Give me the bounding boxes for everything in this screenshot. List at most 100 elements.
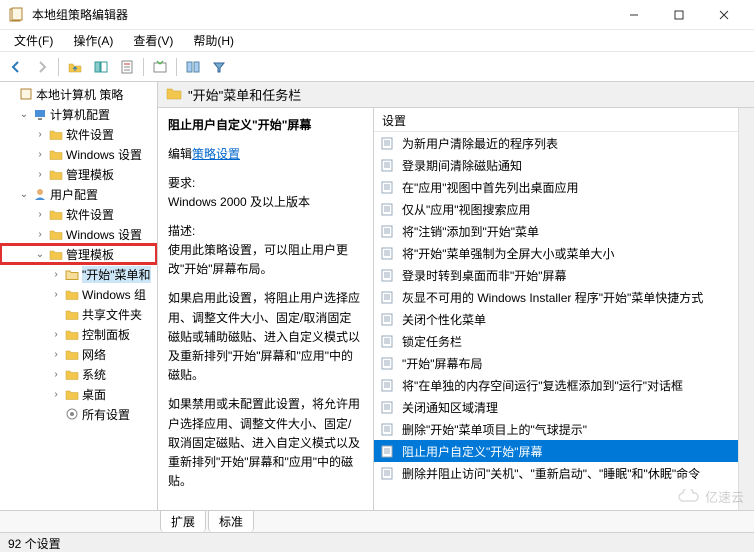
- setting-label: 阻止用户自定义"开始"屏幕: [402, 443, 543, 460]
- menu-help[interactable]: 帮助(H): [183, 30, 244, 51]
- description-paragraph: 使用此策略设置，可以阻止用户更改"开始"屏幕布局。: [168, 241, 363, 279]
- policy-item-icon: [380, 312, 396, 326]
- menu-view[interactable]: 查看(V): [123, 30, 183, 51]
- export-button[interactable]: [148, 55, 172, 79]
- setting-row[interactable]: 删除"开始"菜单项目上的"气球提示": [374, 418, 738, 440]
- vertical-scrollbar[interactable]: [738, 108, 754, 510]
- policy-settings-link[interactable]: 策略设置: [192, 147, 240, 161]
- setting-row[interactable]: 将"注销"添加到"开始"菜单: [374, 220, 738, 242]
- tree-windows-components[interactable]: › Windows 组: [0, 284, 157, 304]
- toolbar-separator: [58, 58, 59, 76]
- tree-uc-windows[interactable]: › Windows 设置: [0, 224, 157, 244]
- tree-network[interactable]: › 网络: [0, 344, 157, 364]
- tree-label: 计算机配置: [50, 106, 110, 123]
- setting-row[interactable]: 将"在单独的内存空间运行"复选框添加到"运行"对话框: [374, 374, 738, 396]
- description-paragraph: 如果启用此设置，将阻止用户选择应用、调整文件大小、固定/取消固定磁贴或辅助磁贴、…: [168, 289, 363, 385]
- tree-desktop[interactable]: › 桌面: [0, 384, 157, 404]
- policy-item-icon: [380, 334, 396, 348]
- chevron-right-icon[interactable]: ›: [34, 129, 46, 140]
- tree-all-settings[interactable]: 所有设置: [0, 404, 157, 424]
- tree-shared-folders[interactable]: 共享文件夹: [0, 304, 157, 324]
- tree-cc-windows[interactable]: › Windows 设置: [0, 144, 157, 164]
- back-button[interactable]: [4, 55, 28, 79]
- settings-column-header[interactable]: 设置: [374, 108, 738, 132]
- chevron-right-icon[interactable]: ›: [50, 369, 62, 380]
- show-hide-tree-button[interactable]: [89, 55, 113, 79]
- chevron-down-icon[interactable]: ⌄: [18, 109, 30, 120]
- chevron-right-icon[interactable]: ›: [50, 289, 62, 300]
- chevron-right-icon[interactable]: ›: [34, 169, 46, 180]
- forward-button[interactable]: [30, 55, 54, 79]
- toolbar: [0, 52, 754, 82]
- maximize-button[interactable]: [656, 0, 701, 30]
- filter-button[interactable]: [207, 55, 231, 79]
- policy-item-icon: [380, 378, 396, 392]
- chevron-right-icon[interactable]: ›: [50, 329, 62, 340]
- chevron-right-icon[interactable]: ›: [34, 209, 46, 220]
- up-button[interactable]: [63, 55, 87, 79]
- chevron-right-icon[interactable]: ›: [34, 229, 46, 240]
- tree-cc-software[interactable]: › 软件设置: [0, 124, 157, 144]
- setting-row[interactable]: "开始"屏幕布局: [374, 352, 738, 374]
- window-controls: [611, 0, 746, 30]
- tree-label: 管理模板: [66, 166, 114, 183]
- settings-panel: 设置 为新用户清除最近的程序列表登录期间清除磁贴通知在"应用"视图中首先列出桌面…: [374, 108, 738, 510]
- folder-icon: [48, 246, 64, 262]
- folder-icon: [48, 226, 64, 242]
- setting-row[interactable]: 阻止用户自定义"开始"屏幕: [374, 440, 738, 462]
- tree-control-panel[interactable]: › 控制面板: [0, 324, 157, 344]
- tree-root[interactable]: 本地计算机 策略: [0, 84, 157, 104]
- tree-user-config[interactable]: ⌄ 用户配置: [0, 184, 157, 204]
- setting-row[interactable]: 登录时转到桌面而非"开始"屏幕: [374, 264, 738, 286]
- setting-row[interactable]: 将"开始"菜单强制为全屏大小或菜单大小: [374, 242, 738, 264]
- setting-label: 将"开始"菜单强制为全屏大小或菜单大小: [402, 245, 615, 262]
- chevron-right-icon[interactable]: ›: [34, 149, 46, 160]
- setting-label: 锁定任务栏: [402, 333, 462, 350]
- policy-item-icon: [380, 268, 396, 282]
- toolbar-separator: [143, 58, 144, 76]
- folder-icon: [64, 306, 80, 322]
- policy-item-icon: [380, 422, 396, 436]
- tab-extended[interactable]: 扩展: [160, 510, 206, 532]
- close-button[interactable]: [701, 0, 746, 30]
- settings-icon: [64, 406, 80, 422]
- tree-uc-software[interactable]: › 软件设置: [0, 204, 157, 224]
- tab-standard[interactable]: 标准: [208, 510, 254, 532]
- tree-label: 控制面板: [82, 326, 130, 343]
- chevron-down-icon[interactable]: ⌄: [34, 249, 46, 260]
- setting-row[interactable]: 删除并阻止访问"关机"、"重新启动"、"睡眠"和"休眠"命令: [374, 462, 738, 484]
- extended-view-button[interactable]: [181, 55, 205, 79]
- chevron-down-icon[interactable]: ⌄: [18, 189, 30, 200]
- tree-computer-config[interactable]: ⌄ 计算机配置: [0, 104, 157, 124]
- chevron-right-icon[interactable]: ›: [50, 269, 62, 280]
- chevron-right-icon[interactable]: ›: [50, 349, 62, 360]
- setting-row[interactable]: 登录期间清除磁贴通知: [374, 154, 738, 176]
- policy-item-icon: [380, 444, 396, 458]
- settings-list[interactable]: 为新用户清除最近的程序列表登录期间清除磁贴通知在"应用"视图中首先列出桌面应用仅…: [374, 132, 738, 510]
- tree-uc-admin[interactable]: ⌄ 管理模板: [0, 244, 157, 264]
- setting-label: 登录期间清除磁贴通知: [402, 157, 522, 174]
- setting-row[interactable]: 在"应用"视图中首先列出桌面应用: [374, 176, 738, 198]
- titlebar: 本地组策略编辑器: [0, 0, 754, 30]
- setting-row[interactable]: 关闭通知区域清理: [374, 396, 738, 418]
- chevron-right-icon[interactable]: ›: [50, 389, 62, 400]
- setting-row[interactable]: 灰显不可用的 Windows Installer 程序"开始"菜单快捷方式: [374, 286, 738, 308]
- navigation-tree[interactable]: 本地计算机 策略 ⌄ 计算机配置 › 软件设置 › Windows 设置 › 管…: [0, 82, 158, 510]
- tree-label: 软件设置: [66, 126, 114, 143]
- setting-row[interactable]: 为新用户清除最近的程序列表: [374, 132, 738, 154]
- folder-icon: [64, 286, 80, 302]
- menu-action[interactable]: 操作(A): [63, 30, 123, 51]
- folder-open-icon: [64, 266, 80, 282]
- setting-row[interactable]: 锁定任务栏: [374, 330, 738, 352]
- menu-file[interactable]: 文件(F): [4, 30, 63, 51]
- tree-label: Windows 设置: [66, 146, 142, 163]
- setting-row[interactable]: 关闭个性化菜单: [374, 308, 738, 330]
- properties-button[interactable]: [115, 55, 139, 79]
- policy-item-icon: [380, 290, 396, 304]
- minimize-button[interactable]: [611, 0, 656, 30]
- setting-row[interactable]: 仅从"应用"视图搜索应用: [374, 198, 738, 220]
- tree-start-taskbar[interactable]: › "开始"菜单和: [0, 264, 157, 284]
- tree-cc-admin[interactable]: › 管理模板: [0, 164, 157, 184]
- tree-system[interactable]: › 系统: [0, 364, 157, 384]
- policy-item-icon: [380, 158, 396, 172]
